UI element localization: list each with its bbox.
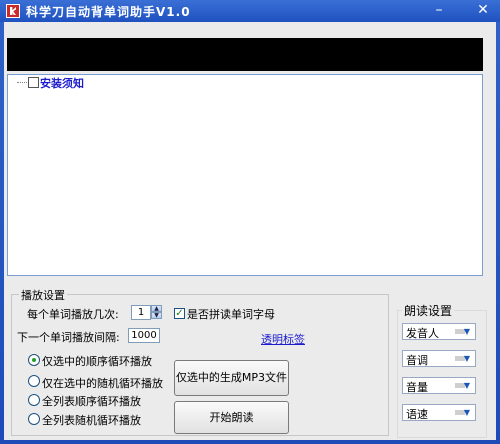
chevron-down-icon[interactable]: ▼ (460, 379, 474, 392)
voice-select-value: 发音人 (406, 327, 439, 340)
display-panel (7, 38, 483, 71)
radio-all-random[interactable] (28, 413, 40, 425)
radio-selected-sequential[interactable] (28, 354, 40, 366)
window-title: 科学刀自动背单词助手V1.0 (26, 5, 191, 19)
spell-letters-label: 是否拼读单词字母 (187, 308, 275, 321)
radio-selected-sequential-label[interactable]: 仅选中的顺序循环播放 (42, 353, 152, 369)
generate-mp3-button[interactable]: 仅选中的生成MP3文件 (174, 360, 289, 396)
word-tree[interactable]: 安装须知 (7, 74, 483, 276)
play-times-label: 每个单词播放几次: (27, 308, 119, 321)
radio-all-random-label[interactable]: 全列表随机循环播放 (42, 412, 141, 428)
app-logo-icon (6, 4, 20, 18)
playback-settings-legend: 播放设置 (19, 287, 67, 303)
tree-item-checkbox[interactable] (28, 77, 39, 88)
stepper-down-icon[interactable]: ▼ (151, 312, 162, 319)
speed-select-value: 语速 (406, 408, 428, 421)
volume-select[interactable]: 音量 ▼ (402, 377, 476, 394)
radio-all-sequential[interactable] (28, 394, 40, 406)
radio-all-sequential-label[interactable]: 全列表顺序循环播放 (42, 393, 141, 409)
spell-letters-checkbox[interactable]: ✓ (174, 308, 185, 319)
chevron-down-icon[interactable]: ▼ (460, 325, 474, 338)
reading-settings-legend: 朗读设置 (402, 302, 455, 319)
play-times-input[interactable]: 1 (131, 305, 151, 320)
title-bar[interactable]: 科学刀自动背单词助手V1.0 – ✕ (0, 0, 500, 22)
voice-select[interactable]: 发音人 ▼ (402, 323, 476, 340)
app-window: 科学刀自动背单词助手V1.0 – ✕ 安装须知 播放设置 每个单词播放几次: 1… (0, 0, 500, 444)
start-reading-button[interactable]: 开始朗读 (174, 401, 289, 434)
radio-selected-random-label[interactable]: 仅在选中的随机循环播放 (42, 375, 163, 391)
volume-select-value: 音量 (406, 381, 428, 394)
stepper-up-icon[interactable]: ▲ (151, 305, 162, 312)
close-icon[interactable]: ✕ (474, 1, 492, 19)
speed-select[interactable]: 语速 ▼ (402, 404, 476, 421)
transparent-label-link[interactable]: 透明标签 (261, 331, 305, 347)
chevron-down-icon[interactable]: ▼ (460, 406, 474, 419)
pitch-select-value: 音调 (406, 354, 428, 367)
play-interval-label: 下一个单词播放间隔: (17, 331, 120, 344)
pitch-select[interactable]: 音调 ▼ (402, 350, 476, 367)
tree-item-label[interactable]: 安装须知 (40, 75, 84, 91)
radio-selected-random[interactable] (28, 375, 40, 387)
tree-connector (17, 82, 27, 83)
play-times-stepper[interactable]: ▲ ▼ (151, 305, 162, 320)
minimize-icon[interactable]: – (430, 1, 448, 19)
play-interval-input[interactable]: 1000 (128, 328, 160, 343)
chevron-down-icon[interactable]: ▼ (460, 352, 474, 365)
